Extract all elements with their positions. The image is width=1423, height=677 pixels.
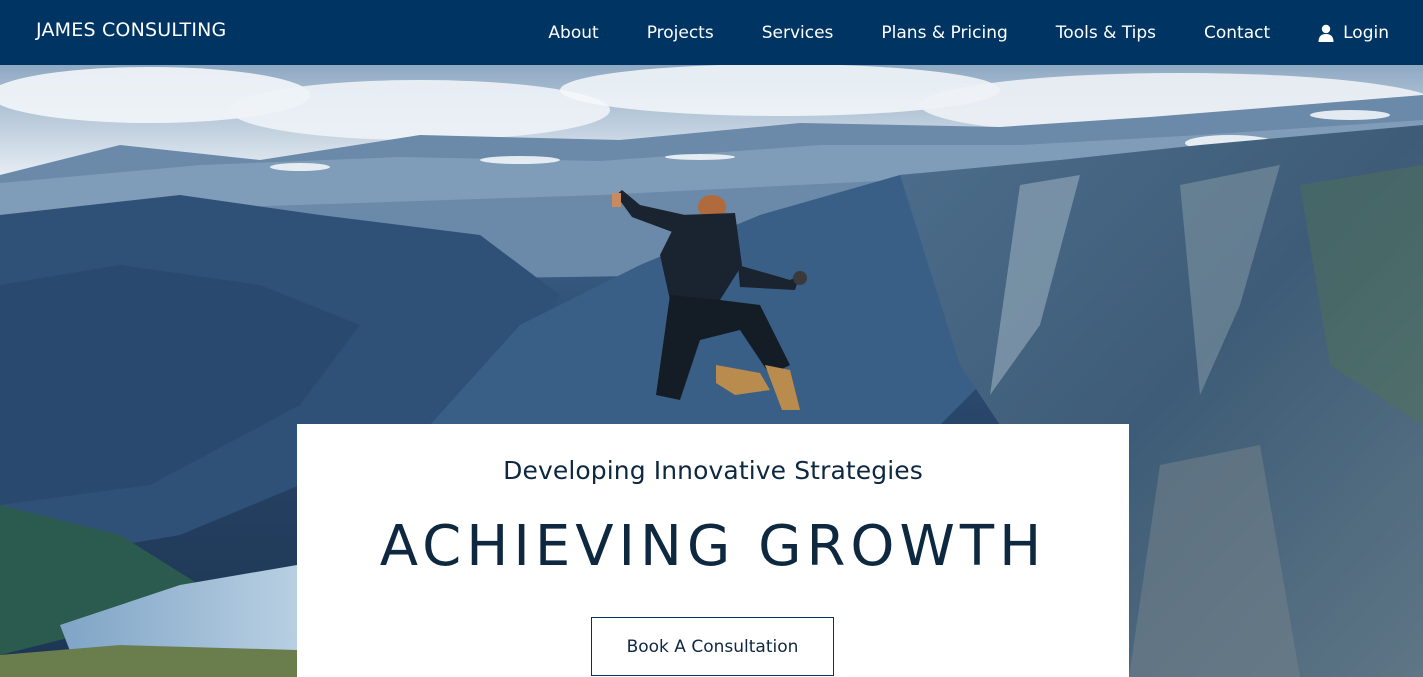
nav-link-services[interactable]: Services (762, 23, 834, 43)
nav-link-tools-tips[interactable]: Tools & Tips (1056, 23, 1156, 43)
nav-link-about[interactable]: About (548, 23, 598, 43)
nav-link-plans-pricing[interactable]: Plans & Pricing (881, 23, 1007, 43)
brand-logo-text[interactable]: JAMES CONSULTING (36, 19, 226, 41)
top-navbar: JAMES CONSULTING About Projects Services… (0, 0, 1423, 65)
hero-headline: ACHIEVING GROWTH (379, 514, 1047, 579)
login-label: Login (1343, 22, 1389, 43)
nav-link-contact[interactable]: Contact (1204, 23, 1270, 43)
book-consultation-button[interactable]: Book A Consultation (591, 617, 834, 676)
hero-card: Developing Innovative Strategies ACHIEVI… (297, 424, 1129, 677)
hero-subtitle: Developing Innovative Strategies (503, 456, 923, 485)
nav-links: About Projects Services Plans & Pricing … (548, 0, 1423, 65)
user-icon (1318, 24, 1334, 42)
hero-section: Developing Innovative Strategies ACHIEVI… (0, 65, 1423, 677)
login-link[interactable]: Login (1318, 23, 1389, 43)
nav-link-projects[interactable]: Projects (647, 23, 714, 43)
